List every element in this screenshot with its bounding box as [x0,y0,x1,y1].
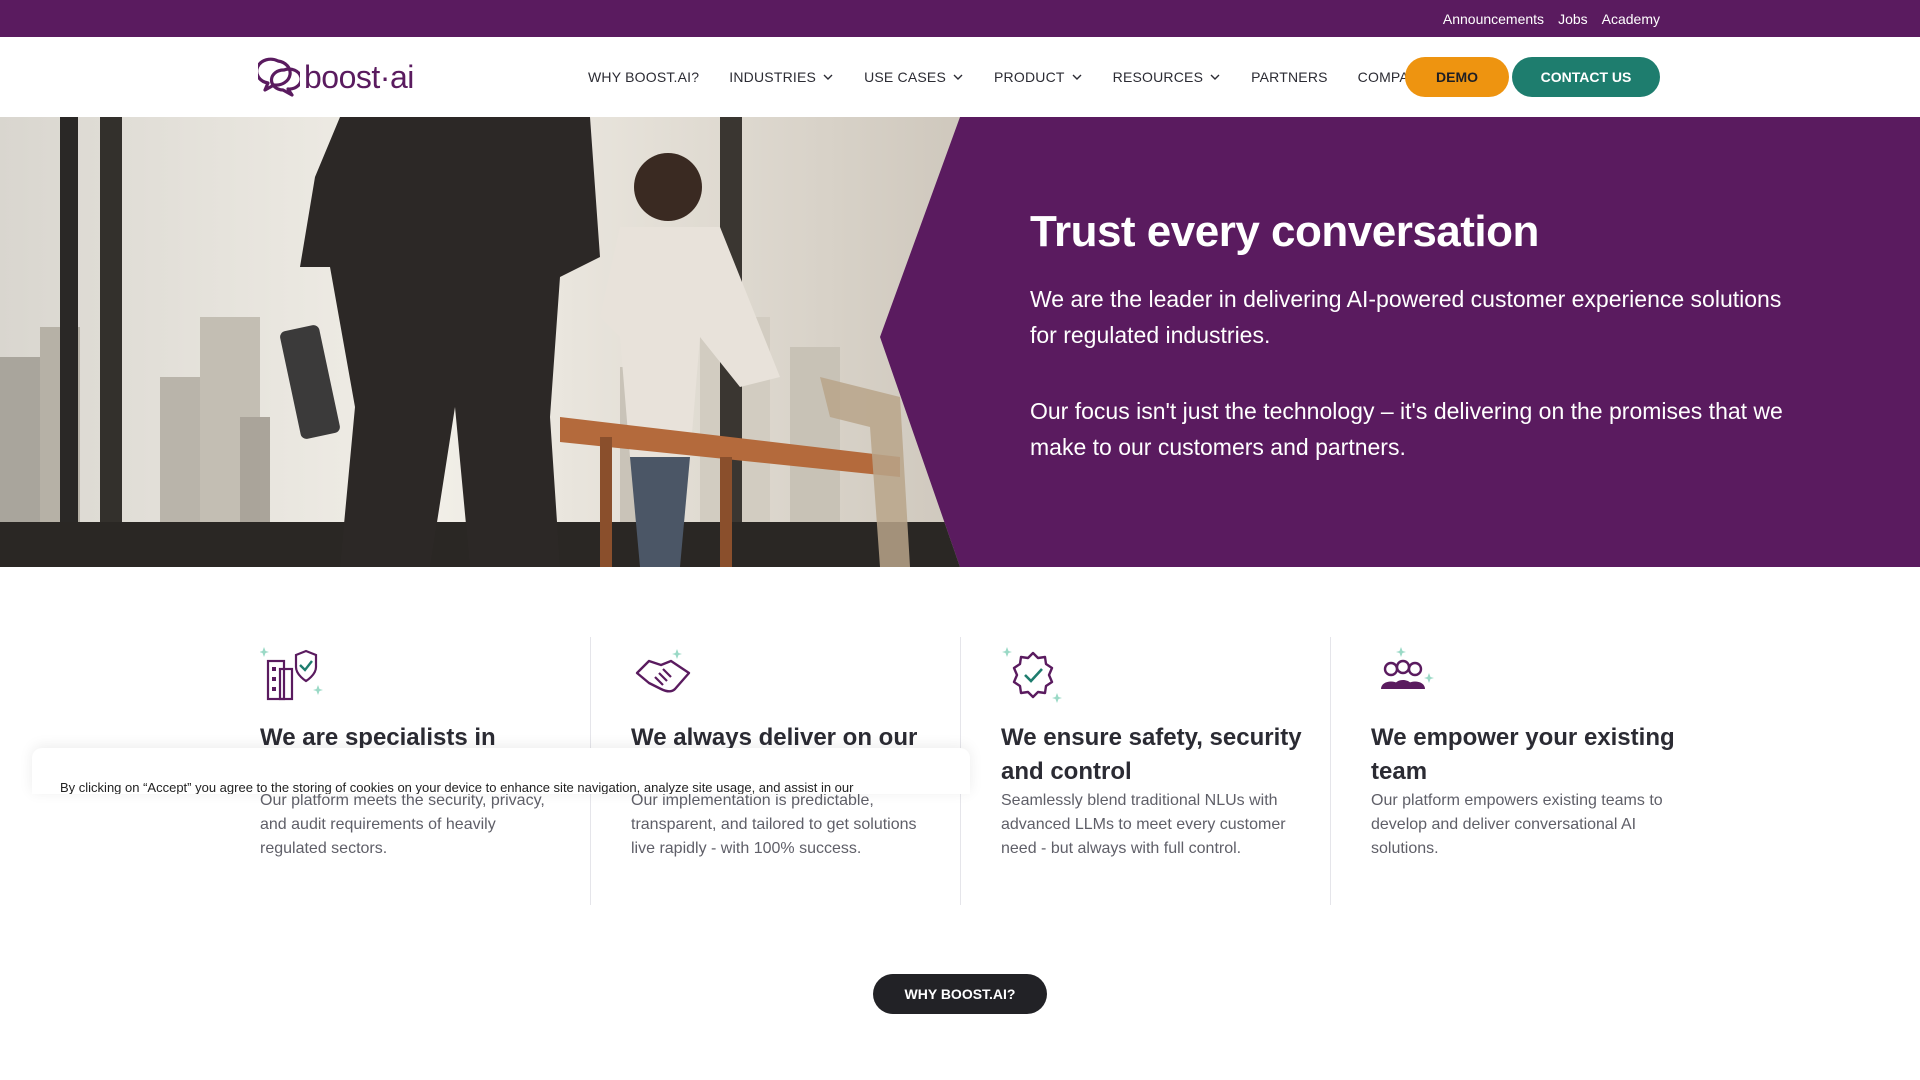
nav-label: USE CASES [864,69,947,85]
nav-label: INDUSTRIES [729,69,817,85]
nav-product[interactable]: PRODUCT [994,69,1083,85]
feature-description: Our platform meets the security, privacy… [260,792,545,857]
chevron-down-icon [953,74,963,80]
hero-paragraph-2: Our focus isn't just the technology – it… [1030,398,1783,460]
chevron-down-icon [1210,74,1220,80]
feature-title: We ensure safety, security and control [1001,724,1302,785]
nav-resources[interactable]: RESOURCES [1113,69,1221,85]
hero-section: Trust every conversation We are the lead… [0,117,1920,567]
nav-use-cases[interactable]: USE CASES [864,69,964,85]
handshake-icon [635,649,691,693]
chevron-down-icon [823,74,833,80]
hero-title: Trust every conversation [1030,207,1539,256]
academy-link[interactable]: Academy [1602,11,1660,27]
nav-label: PARTNERS [1251,69,1328,85]
feature-description: Our implementation is predictable, trans… [631,792,917,857]
building-shield-icon [260,647,323,701]
hero-paragraph-1: We are the leader in delivering AI-power… [1030,286,1782,348]
contact-us-button[interactable]: CONTACT US [1512,57,1660,97]
logo-wordmark: boost·ai [304,58,414,95]
why-boost-button[interactable]: WHY BOOST.AI? [873,974,1047,1014]
nav-industries[interactable]: INDUSTRIES [729,69,834,85]
chevron-down-icon [1072,74,1082,80]
feature-empower: We empower your existing team Our platfo… [1330,637,1700,905]
demo-button[interactable]: DEMO [1405,57,1509,97]
announcements-link[interactable]: Announcements [1443,11,1544,27]
chat-bubbles-logo-icon [258,57,300,97]
feature-safety: We ensure safety, security and control S… [960,637,1330,905]
nav-label: WHY BOOST.AI? [588,69,700,85]
jobs-link[interactable]: Jobs [1558,11,1588,27]
nav-menu: WHY BOOST.AI? INDUSTRIES USE CASES PRODU… [588,37,1477,117]
cookie-consent-banner: By clicking on “Accept” you agree to the… [32,748,970,794]
features-section: We are specialists in Our platform meets… [0,567,1920,907]
nav-why-boost[interactable]: WHY BOOST.AI? [588,69,699,85]
feature-title: We empower your existing team [1371,724,1675,785]
verified-badge-icon [1002,647,1062,703]
boost-logo[interactable]: boost·ai [258,55,414,99]
feature-description: Our platform empowers existing teams to … [1371,792,1663,857]
nav-label: PRODUCT [994,69,1065,85]
nav-partners[interactable]: PARTNERS [1251,69,1328,85]
feature-description: Seamlessly blend traditional NLUs with a… [1001,792,1286,857]
nav-label: RESOURCES [1112,69,1204,85]
main-navbar: boost·ai WHY BOOST.AI? INDUSTRIES USE CA… [0,37,1920,117]
cookie-consent-text: By clicking on “Accept” you agree to the… [60,780,854,794]
team-icon [1381,647,1434,689]
utility-links: Announcements Jobs Academy [1443,0,1660,37]
top-utility-bar: Announcements Jobs Academy [0,0,1920,37]
